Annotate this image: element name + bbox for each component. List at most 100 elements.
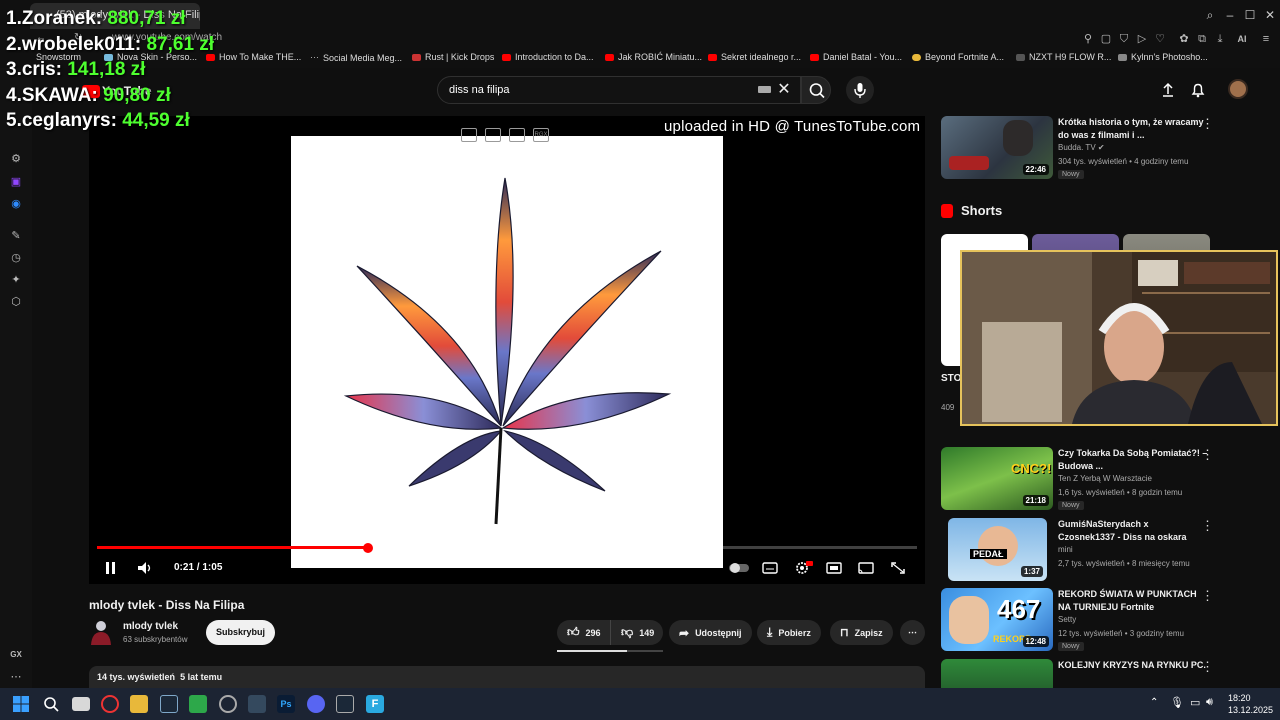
photoshop-icon[interactable]: Ps (277, 695, 295, 713)
tray-chevron-icon[interactable]: ⌃ (1150, 697, 1158, 708)
search-button[interactable] (801, 76, 831, 104)
cube-icon[interactable]: ⬡ (9, 295, 23, 309)
subscribe-button[interactable]: Subskrybuj (206, 620, 275, 645)
minecraft-icon[interactable] (189, 695, 207, 713)
extension-icon[interactable]: ✿ (1176, 31, 1192, 47)
recommendation-title[interactable]: GumiśNaSterydach x Czosnek1337 - Diss na… (1058, 518, 1208, 543)
video-thumbnail[interactable]: CNC?! 21:18 (941, 447, 1053, 510)
maximize-icon[interactable]: ☐ (1240, 5, 1260, 25)
video-thumbnail[interactable]: 22:46 (941, 116, 1053, 179)
ai-button[interactable]: AI (1230, 31, 1254, 47)
video-thumbnail[interactable] (941, 659, 1053, 688)
messenger-icon[interactable]: ◉ (9, 197, 23, 211)
bookmark-item[interactable]: Daniel Batal - You... (810, 52, 902, 62)
rgx-icon[interactable]: RGX (533, 128, 549, 142)
extensions-icon[interactable]: ⧉ (1194, 31, 1210, 47)
search-input[interactable]: diss na filipa (437, 76, 801, 104)
screenshot-icon[interactable]: ▢ (1098, 31, 1114, 47)
bookmark-item[interactable]: Kylnn's Photosho... (1118, 52, 1208, 62)
bookmark-item[interactable]: Rust | Kick Drops (412, 52, 494, 62)
recommendation-title[interactable]: Czy Tokarka Da Sobą Pomiatać?! – Budowa … (1058, 447, 1208, 472)
share-button[interactable]: ➦ Udostępnij (669, 620, 752, 645)
recommendation-item[interactable]: 467 REKORD 12:48 REKORD ŚWIATA W PUNKTAC… (941, 588, 1271, 654)
player-icon[interactable]: ▷ (1134, 31, 1150, 47)
recommendation-channel[interactable]: Ten Z Yerbą W Warsztacie (1058, 474, 1152, 483)
bookmark-item[interactable]: How To Make THE... (206, 52, 301, 62)
bookmark-item[interactable]: ⋯ Social Media Meg... (310, 52, 402, 63)
discord-icon[interactable] (307, 695, 325, 713)
more-options-icon[interactable]: ⋮ (1201, 588, 1214, 604)
search-tabs-icon[interactable]: ⌕ (1200, 5, 1220, 25)
keyboard-icon[interactable] (758, 86, 771, 93)
recommendation-item[interactable]: KOLEJNY KRYZYS NA RYNKU PC. ⋮ (941, 659, 1271, 688)
video-frame[interactable] (291, 136, 723, 568)
description-box[interactable]: 14 tys. wyświetleń 5 lat temu (89, 666, 925, 690)
recommendation-channel[interactable]: Setty (1058, 615, 1076, 624)
like-button[interactable]: 👍︎ 296 (557, 620, 610, 645)
recommendation-item[interactable]: CNC?! 21:18 Czy Tokarka Da Sobą Pomiatać… (941, 447, 1271, 513)
more-options-icon[interactable]: ⋮ (1201, 518, 1214, 534)
bookmark-item[interactable]: Sekret idealnego r... (708, 52, 801, 62)
pause-button[interactable] (101, 560, 119, 576)
app-icon[interactable] (248, 695, 266, 713)
menu-icon[interactable]: ≡ (1258, 31, 1274, 47)
recommendation-title[interactable]: KOLEJNY KRYZYS NA RYNKU PC. (1058, 659, 1208, 672)
dislike-button[interactable]: 👎︎ 149 (610, 620, 663, 645)
recommendation-channel[interactable]: Budda. TV ✔ (1058, 143, 1105, 152)
steam-icon[interactable] (336, 695, 354, 713)
download-button[interactable]: ⤓ Pobierz (757, 620, 821, 645)
next-icon[interactable] (509, 128, 525, 142)
cast-button[interactable] (857, 560, 875, 576)
bunny-icon[interactable]: ✦ (9, 273, 23, 287)
steam-icon[interactable] (160, 695, 178, 713)
twitch-icon[interactable]: ▣ (9, 175, 23, 189)
bookmark-item[interactable]: NZXT H9 FLOW R... (1016, 52, 1111, 62)
app-icon[interactable]: F (366, 695, 384, 713)
windows-start-icon[interactable] (12, 695, 30, 713)
file-explorer-icon[interactable] (130, 695, 148, 713)
save-button[interactable]: ⊓ Zapisz (830, 620, 893, 645)
search-icon[interactable] (42, 695, 60, 713)
more-options-icon[interactable]: ⋮ (1201, 447, 1214, 463)
shield-icon[interactable]: ⛉ (1116, 31, 1132, 47)
account-avatar[interactable] (1228, 79, 1248, 99)
network-icon[interactable]: ▭ (1190, 696, 1200, 709)
video-thumbnail[interactable]: PEDAŁ 1:37 (948, 518, 1047, 581)
settings-gear-icon[interactable]: ⚙ (9, 152, 23, 166)
recommendation-title[interactable]: REKORD ŚWIATA W PUNKTACH NA TURNIEJU For… (1058, 588, 1208, 613)
heart-icon[interactable]: ♡ (1152, 31, 1168, 47)
gx-logo-icon[interactable]: GX (8, 648, 24, 662)
brush-icon[interactable]: ✎ (9, 229, 23, 243)
recommendation-channel[interactable]: mini (1058, 545, 1073, 554)
bookmark-item[interactable]: Introduction to Da... (502, 52, 594, 62)
recommendation-item[interactable]: 22:46 Krótka historia o tym, że wracamy … (941, 116, 1271, 182)
clear-search-icon[interactable]: ✕ (776, 80, 792, 100)
channel-avatar[interactable] (89, 619, 113, 645)
task-view-icon[interactable] (72, 697, 90, 711)
bookmark-icon[interactable]: ⚲ (1080, 31, 1096, 47)
app-icon[interactable] (219, 695, 237, 713)
more-actions-button[interactable]: ⋯ (900, 620, 925, 645)
bookmark-item[interactable]: Jak ROBIĆ Miniatu... (605, 52, 702, 62)
clock-time[interactable]: 18:20 (1228, 693, 1251, 703)
exit-icon[interactable] (485, 128, 501, 142)
speaker-icon[interactable]: 🔊︎ (1206, 696, 1213, 709)
more-options-icon[interactable]: ⋮ (1201, 116, 1214, 132)
bookmark-item[interactable]: Beyond Fortnite A... (912, 52, 1004, 62)
subtitles-button[interactable] (761, 560, 779, 576)
more-options-icon[interactable]: ⋮ (1201, 659, 1214, 675)
clock-date[interactable]: 13.12.2025 (1228, 705, 1273, 715)
clock-icon[interactable]: ◷ (9, 251, 23, 265)
recommendation-item[interactable]: PEDAŁ 1:37 GumiśNaSterydach x Czosnek133… (941, 518, 1271, 584)
miniplayer-icon[interactable] (461, 128, 477, 142)
channel-name[interactable]: mlody tvlek (123, 621, 178, 632)
volume-button[interactable] (136, 560, 154, 576)
theater-mode-button[interactable] (825, 560, 843, 576)
autoplay-toggle[interactable] (728, 560, 749, 576)
video-thumbnail[interactable]: 467 REKORD 12:48 (941, 588, 1053, 651)
notifications-button[interactable] (1188, 80, 1208, 100)
close-window-icon[interactable]: ✕ (1260, 5, 1280, 25)
download-icon[interactable]: ⤓ (1212, 31, 1228, 47)
more-icon[interactable]: ⋯ (9, 670, 23, 684)
microphone-icon[interactable]: 🎙︎ (1170, 696, 1184, 709)
